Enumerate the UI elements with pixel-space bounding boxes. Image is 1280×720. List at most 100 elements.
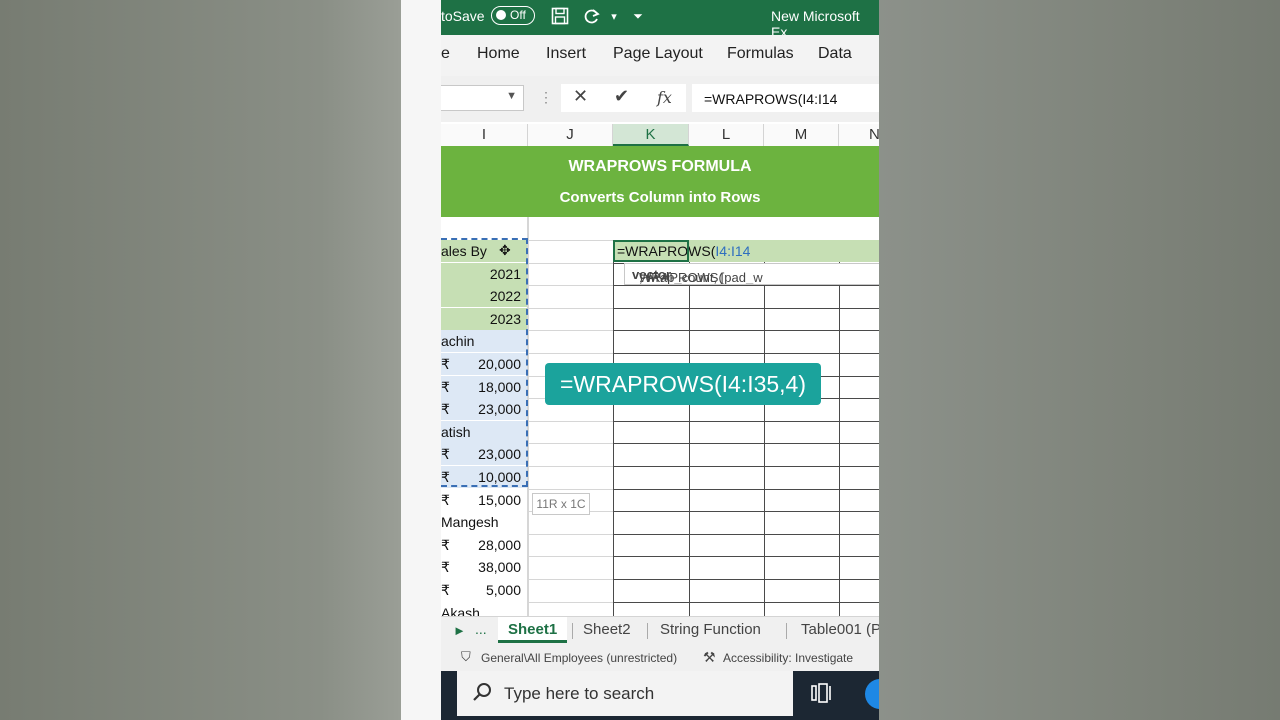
formula-buttons: ✕ ✔ fx bbox=[561, 84, 686, 112]
toggle-knob bbox=[496, 10, 506, 20]
tooltip-text: WRAPROWS(vector, wrap_count, [pad_w bbox=[632, 267, 763, 284]
sheet-tab-table001[interactable]: Table001 (P bbox=[801, 621, 879, 638]
row-gridline bbox=[528, 579, 613, 580]
cell-column-i[interactable]: ₹28,000 bbox=[441, 534, 527, 556]
formula-text: =WRAPROWS(I4:I14 bbox=[704, 91, 838, 107]
enter-check-icon[interactable]: ✔ bbox=[614, 86, 629, 107]
edge-browser-icon[interactable] bbox=[865, 679, 879, 709]
cell-value: Mangesh bbox=[441, 514, 499, 530]
function-signature-tooltip[interactable]: WRAPROWS(vector, wrap_count, [pad_w bbox=[624, 263, 879, 285]
row-gridline bbox=[528, 330, 613, 331]
row-gridline bbox=[528, 240, 613, 241]
row-gridline bbox=[528, 443, 613, 444]
accessibility-icon: ⚒ bbox=[703, 649, 716, 665]
insert-function-icon[interactable]: fx bbox=[657, 88, 672, 107]
sheet-tabs-bar: ► ... Sheet1 Sheet2 String Function Tabl… bbox=[441, 616, 879, 645]
tab-formulas[interactable]: Formulas bbox=[727, 45, 794, 63]
currency-symbol: ₹ bbox=[441, 582, 450, 598]
column-gridline bbox=[689, 240, 690, 616]
cell-column-i[interactable]: Mangesh bbox=[441, 511, 527, 533]
cancel-icon[interactable]: ✕ bbox=[573, 86, 588, 107]
search-placeholder: Type here to search bbox=[504, 684, 655, 703]
redo-icon[interactable] bbox=[581, 5, 603, 27]
row-gridline bbox=[528, 534, 613, 535]
sheet-tab-string-function[interactable]: String Function bbox=[660, 621, 761, 638]
column-headers: I J K L M N bbox=[441, 124, 879, 147]
column-header-m[interactable]: M bbox=[764, 124, 839, 146]
cell-column-i[interactable]: ₹38,000 bbox=[441, 556, 527, 578]
autosave-label: toSave bbox=[441, 8, 485, 24]
tab-page-layout[interactable]: Page Layout bbox=[613, 45, 703, 63]
sheet-tab-sheet1[interactable]: Sheet1 bbox=[498, 617, 568, 643]
column-header-j[interactable]: J bbox=[528, 124, 613, 146]
toggle-state: Off bbox=[510, 8, 526, 22]
banner-subtitle: Converts Column into Rows bbox=[559, 189, 761, 206]
cell-column-i[interactable]: ₹5,000 bbox=[441, 579, 527, 601]
video-background-right bbox=[879, 0, 1280, 720]
sensitivity-label[interactable]: General\All Employees (unrestricted) bbox=[481, 651, 677, 665]
tab-data[interactable]: Data bbox=[818, 45, 852, 63]
tooltip-rest: , wrap_count, [pad_w bbox=[639, 270, 763, 285]
row-gridline bbox=[528, 489, 613, 490]
autosave-toggle[interactable]: Off bbox=[491, 6, 535, 25]
active-cell-border bbox=[613, 240, 689, 262]
ribbon-tabs: e Home Insert Page Layout Formulas Data bbox=[441, 35, 879, 76]
row-gridline bbox=[528, 466, 613, 467]
accessibility-status[interactable]: Accessibility: Investigate bbox=[723, 651, 853, 665]
row-gridline bbox=[528, 263, 613, 264]
window-margin bbox=[401, 0, 441, 720]
column-gridline bbox=[764, 240, 765, 616]
column-gridline bbox=[613, 240, 614, 616]
currency-symbol: ₹ bbox=[441, 559, 450, 575]
row-gridline bbox=[528, 421, 613, 422]
name-box[interactable]: ▼ bbox=[441, 85, 524, 111]
tab-insert[interactable]: Insert bbox=[546, 45, 586, 63]
status-bar: ⛉ General\All Employees (unrestricted) ⚒… bbox=[441, 645, 879, 671]
tab-file[interactable]: e bbox=[441, 45, 450, 63]
cell-value: 28,000 bbox=[478, 537, 521, 553]
chevron-down-icon[interactable]: ▼ bbox=[506, 90, 517, 102]
column-header-i[interactable]: I bbox=[441, 124, 528, 146]
title-bar: toSave Off ▾ ⏷ New Microsoft Ex bbox=[441, 0, 879, 40]
sheet-tab-sheet2[interactable]: Sheet2 bbox=[583, 621, 631, 638]
title-banner: WRAPROWS FORMULA Converts Column into Ro… bbox=[441, 146, 879, 217]
scroll-tabs-right-icon[interactable]: ► bbox=[453, 623, 466, 638]
sensitivity-icon: ⛉ bbox=[461, 649, 471, 664]
formula-input[interactable]: =WRAPROWS(I4:I14 bbox=[692, 84, 879, 112]
currency-symbol: ₹ bbox=[441, 537, 450, 553]
task-view-icon[interactable] bbox=[811, 683, 833, 708]
row-gridline bbox=[528, 602, 613, 603]
column-gridline bbox=[839, 240, 840, 616]
cell-value: 15,000 bbox=[478, 492, 521, 508]
row-gridline bbox=[528, 556, 613, 557]
save-icon[interactable] bbox=[549, 5, 571, 27]
worksheet-grid[interactable]: WRAPROWS FORMULA Converts Column into Ro… bbox=[441, 146, 879, 625]
copy-selection-marquee bbox=[441, 238, 528, 487]
taskbar-search-box[interactable]: Type here to search bbox=[457, 671, 793, 716]
column-header-n[interactable]: N bbox=[839, 124, 879, 146]
column-header-k[interactable]: K bbox=[613, 124, 689, 146]
video-background-left bbox=[0, 0, 401, 720]
row-gridline bbox=[528, 308, 613, 309]
column-header-l[interactable]: L bbox=[689, 124, 764, 146]
formula-bar: ▼ ⋮ ✕ ✔ fx =WRAPROWS(I4:I14 bbox=[441, 76, 879, 122]
cell-column-i[interactable]: ₹15,000 bbox=[441, 489, 527, 511]
search-icon bbox=[473, 683, 491, 701]
row-gridline bbox=[528, 285, 613, 286]
redo-dropdown-icon[interactable]: ▾ bbox=[603, 5, 625, 27]
tab-home[interactable]: Home bbox=[477, 45, 520, 63]
cell-value: 5,000 bbox=[485, 582, 521, 598]
range-size-tip: 11R x 1C bbox=[532, 493, 590, 515]
column-gridline bbox=[528, 217, 529, 616]
more-sheets-button[interactable]: ... bbox=[475, 621, 487, 637]
formula-callout: =WRAPROWS(I4:I35,4) bbox=[545, 363, 821, 405]
customize-toolbar-icon[interactable]: ⏷ bbox=[627, 5, 649, 27]
cell-value: 38,000 bbox=[478, 559, 521, 575]
row-gridline bbox=[528, 353, 613, 354]
currency-symbol: ₹ bbox=[441, 492, 450, 508]
tab-separator bbox=[647, 623, 648, 639]
banner-title: WRAPROWS FORMULA bbox=[568, 158, 752, 175]
tab-separator bbox=[572, 623, 573, 639]
formula-range-ref: I4:I14 bbox=[715, 243, 751, 259]
drag-handle-icon[interactable]: ⋮ bbox=[539, 89, 553, 106]
